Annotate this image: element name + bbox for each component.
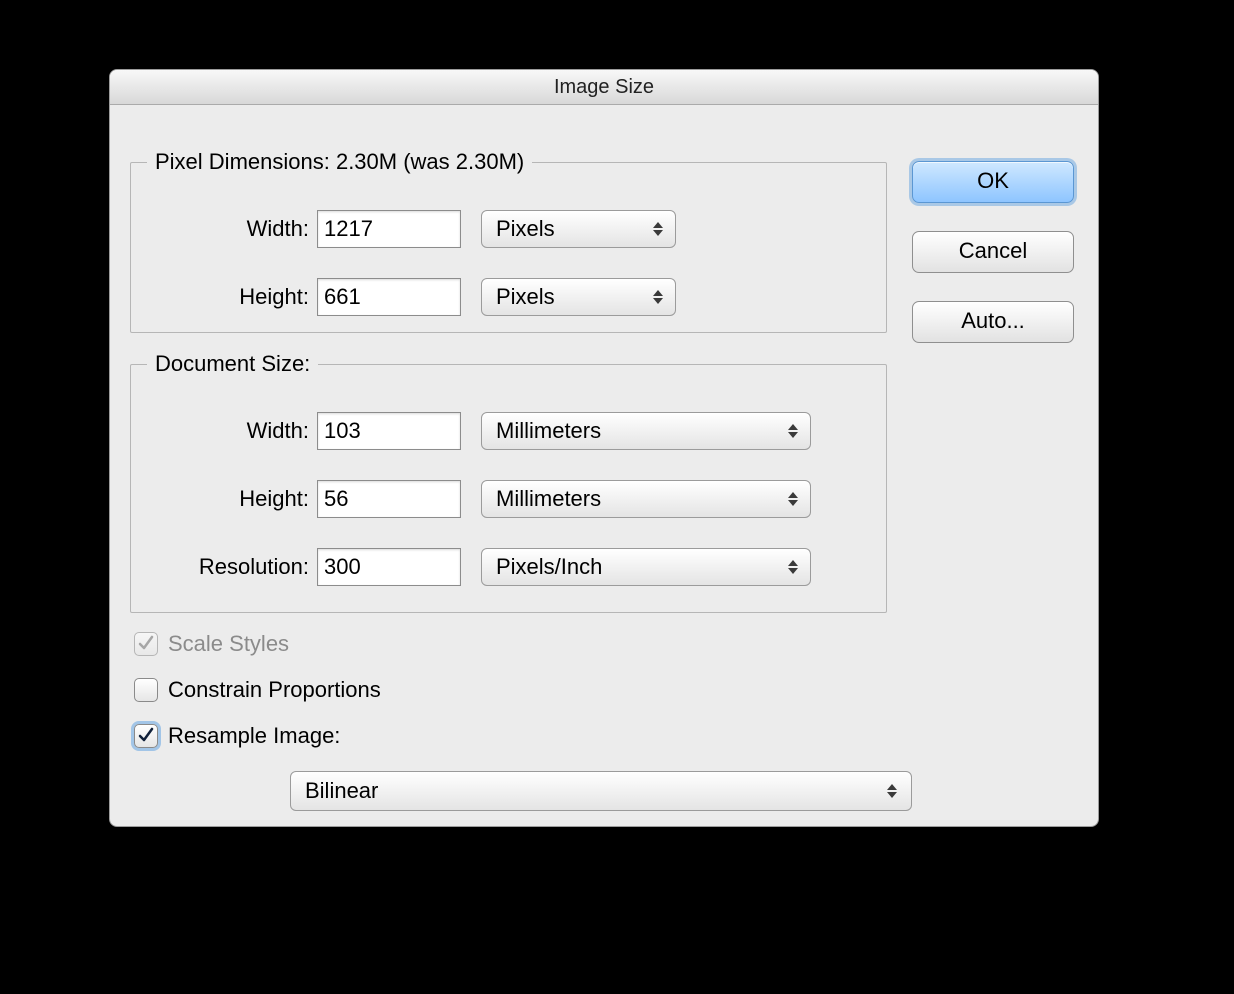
- cancel-button[interactable]: Cancel: [912, 231, 1074, 273]
- document-size-group: Document Size: Width: Millimeters Height…: [130, 351, 887, 613]
- scale-styles-label: Scale Styles: [168, 631, 289, 657]
- chevron-updown-icon: [784, 554, 802, 580]
- pixel-width-unit-select[interactable]: Pixels: [481, 210, 676, 248]
- scale-styles-row: Scale Styles: [134, 631, 289, 657]
- chevron-updown-icon: [883, 778, 901, 804]
- constrain-proportions-checkbox[interactable]: [134, 678, 158, 702]
- chevron-updown-icon: [784, 418, 802, 444]
- doc-width-input[interactable]: [317, 412, 461, 450]
- doc-resolution-unit-value: Pixels/Inch: [496, 554, 602, 580]
- window-title: Image Size: [554, 76, 654, 99]
- doc-height-label: Height:: [131, 486, 317, 512]
- check-icon: [137, 634, 155, 652]
- auto-button[interactable]: Auto...: [912, 301, 1074, 343]
- dialog-actions: OK Cancel Auto...: [912, 161, 1072, 371]
- chevron-updown-icon: [784, 486, 802, 512]
- resample-image-checkbox[interactable]: [134, 724, 158, 748]
- check-icon: [137, 726, 155, 744]
- dialog-body: Pixel Dimensions: 2.30M (was 2.30M) Widt…: [110, 105, 1098, 827]
- scale-styles-checkbox: [134, 632, 158, 656]
- constrain-proportions-row: Constrain Proportions: [134, 677, 381, 703]
- doc-width-unit-value: Millimeters: [496, 418, 601, 444]
- ok-button[interactable]: OK: [912, 161, 1074, 203]
- doc-width-unit-select[interactable]: Millimeters: [481, 412, 811, 450]
- doc-resolution-label: Resolution:: [131, 554, 317, 580]
- doc-height-unit-value: Millimeters: [496, 486, 601, 512]
- doc-resolution-input[interactable]: [317, 548, 461, 586]
- image-size-dialog: Image Size Pixel Dimensions: 2.30M (was …: [109, 69, 1099, 827]
- constrain-proportions-label: Constrain Proportions: [168, 677, 381, 703]
- resample-image-row: Resample Image:: [134, 723, 340, 749]
- pixel-height-input[interactable]: [317, 278, 461, 316]
- pixel-dimensions-group: Pixel Dimensions: 2.30M (was 2.30M) Widt…: [130, 149, 887, 333]
- pixel-width-unit-value: Pixels: [496, 216, 555, 242]
- doc-resolution-unit-select[interactable]: Pixels/Inch: [481, 548, 811, 586]
- window-titlebar: Image Size: [110, 70, 1098, 105]
- doc-width-label: Width:: [131, 418, 317, 444]
- pixel-height-unit-select[interactable]: Pixels: [481, 278, 676, 316]
- chevron-updown-icon: [649, 216, 667, 242]
- pixel-width-input[interactable]: [317, 210, 461, 248]
- pixel-width-label: Width:: [131, 216, 317, 242]
- pixel-dimensions-legend: Pixel Dimensions: 2.30M (was 2.30M): [147, 149, 532, 175]
- resample-method-value: Bilinear: [305, 778, 378, 804]
- document-size-legend: Document Size:: [147, 351, 318, 377]
- doc-height-input[interactable]: [317, 480, 461, 518]
- chevron-updown-icon: [649, 284, 667, 310]
- pixel-height-unit-value: Pixels: [496, 284, 555, 310]
- resample-image-label: Resample Image:: [168, 723, 340, 749]
- resample-method-select[interactable]: Bilinear: [290, 771, 912, 811]
- pixel-height-label: Height:: [131, 284, 317, 310]
- doc-height-unit-select[interactable]: Millimeters: [481, 480, 811, 518]
